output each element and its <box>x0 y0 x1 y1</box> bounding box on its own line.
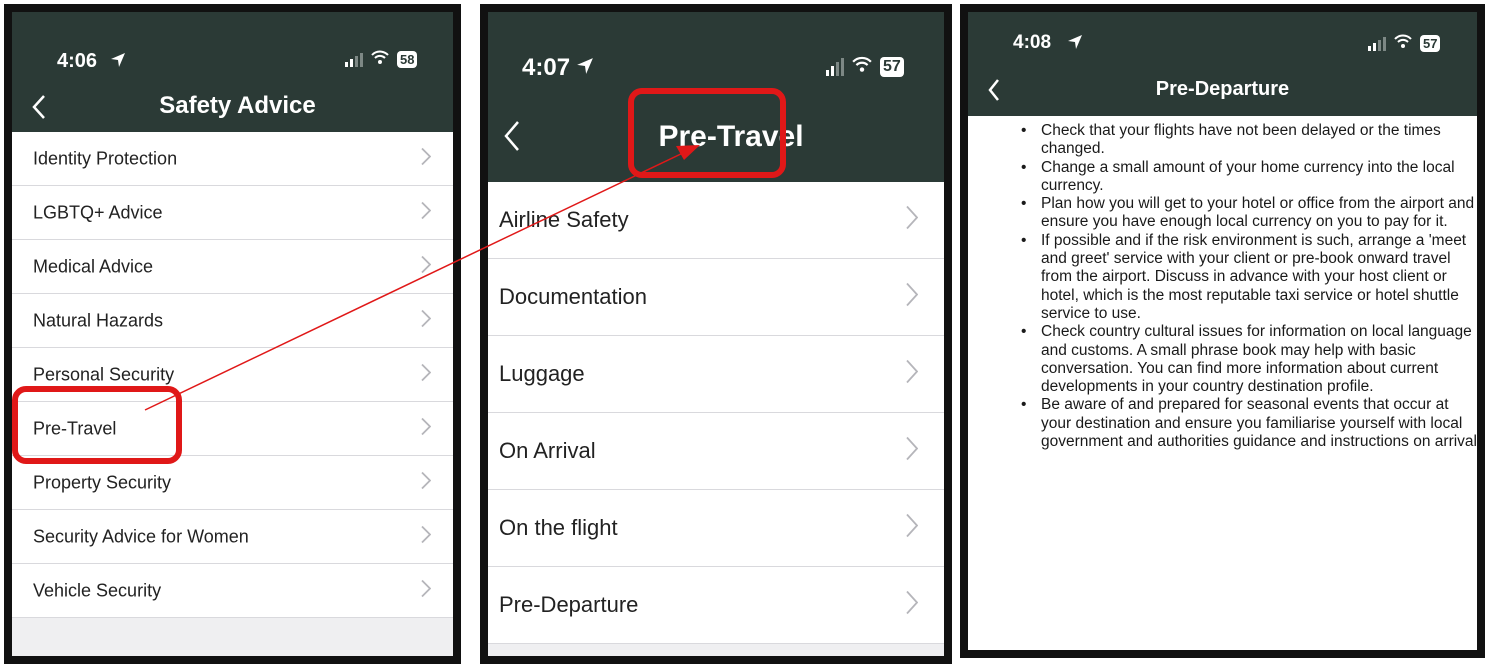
list-item-label: Identity Protection <box>33 148 178 168</box>
highlight-box-pre-travel <box>12 386 182 464</box>
list-item-label: On Arrival <box>499 438 596 463</box>
screen-safety-advice: 4:06 58 Safety Advice Identity Protectio… <box>12 12 453 656</box>
nav-bar: Pre-Departure <box>968 74 1477 116</box>
chevron-right-icon <box>906 205 919 235</box>
chevron-right-icon <box>421 147 432 170</box>
status-icons: 57 <box>1368 34 1441 53</box>
list-item-pre-departure[interactable]: Pre-Departure <box>488 567 944 644</box>
list-item[interactable]: Security Advice for Women <box>12 510 453 564</box>
highlight-box-title <box>628 88 786 178</box>
advice-bullet: If possible and if the risk environment … <box>1021 232 1477 323</box>
chevron-right-icon <box>421 579 432 602</box>
chevron-right-icon <box>421 255 432 278</box>
wifi-icon <box>852 56 872 77</box>
list-item-label: Airline Safety <box>499 207 629 232</box>
nav-bar: Safety Advice <box>12 82 453 132</box>
chevron-right-icon <box>421 417 432 440</box>
list-item[interactable]: On Arrival <box>488 413 944 490</box>
list-item-label: Luggage <box>499 361 585 386</box>
advice-bullet-list: Check that your flights have not been de… <box>1008 122 1477 451</box>
chevron-right-icon <box>421 363 432 386</box>
list-item-label: Pre-Departure <box>499 592 639 617</box>
status-icons: 57 <box>826 56 904 77</box>
chevron-right-icon <box>421 309 432 332</box>
status-bar: 4:07 57 <box>488 12 944 90</box>
advice-bullet: Check country cultural issues for inform… <box>1021 323 1477 396</box>
battery-icon: 57 <box>1420 35 1441 52</box>
status-time: 4:07 <box>522 54 571 81</box>
advice-bullet: Be aware of and prepared for seasonal ev… <box>1021 396 1477 451</box>
list-item-label: Natural Hazards <box>33 310 164 330</box>
list-item[interactable]: Medical Advice <box>12 240 453 294</box>
phone-frame-pre-departure: 4:08 57 Pre-Departure Check that your fl… <box>960 4 1485 658</box>
list-item[interactable]: Luggage <box>488 336 944 413</box>
list-item-label: LGBTQ+ Advice <box>33 202 163 222</box>
status-time: 4:06 <box>57 50 98 72</box>
chevron-right-icon <box>906 359 919 389</box>
advice-bullet: Check that your flights have not been de… <box>1021 122 1477 159</box>
list-item[interactable]: On the flight <box>488 490 944 567</box>
battery-icon: 58 <box>397 51 418 68</box>
signal-icon <box>345 52 363 67</box>
signal-icon <box>826 57 844 76</box>
status-icons: 58 <box>345 50 418 69</box>
chevron-right-icon <box>421 525 432 548</box>
page-title: Safety Advice <box>159 92 316 119</box>
page-title: Pre-Departure <box>1155 78 1290 100</box>
list-item[interactable]: Vehicle Security <box>12 564 453 618</box>
advice-bullet: Change a small amount of your home curre… <box>1021 159 1477 196</box>
chevron-right-icon <box>906 436 919 466</box>
battery-icon: 57 <box>880 56 904 77</box>
phone-frame-safety-advice: 4:06 58 Safety Advice Identity Protectio… <box>4 4 461 664</box>
list-item-label: Personal Security <box>33 364 175 384</box>
list-item[interactable]: LGBTQ+ Advice <box>12 186 453 240</box>
location-arrow-icon <box>110 52 126 73</box>
chevron-right-icon <box>906 282 919 312</box>
chevron-right-icon <box>421 201 432 224</box>
wifi-icon <box>1394 34 1412 53</box>
list-item-label: Property Security <box>33 472 172 492</box>
status-bar: 4:08 57 <box>968 12 1477 74</box>
list-item-label: Documentation <box>499 284 647 309</box>
pre-departure-content: Check that your flights have not been de… <box>1008 122 1477 451</box>
status-bar: 4:06 58 <box>12 12 453 82</box>
list-item-label: Security Advice for Women <box>33 526 249 546</box>
wifi-icon <box>371 50 389 69</box>
location-arrow-icon <box>1067 34 1083 55</box>
list-item-label: Vehicle Security <box>33 580 162 600</box>
location-arrow-icon <box>576 57 594 80</box>
status-time: 4:08 <box>1013 32 1052 53</box>
list-item[interactable]: Natural Hazards <box>12 294 453 348</box>
list-item-label: On the flight <box>499 515 618 540</box>
list-item-label: Medical Advice <box>33 256 154 276</box>
list-item[interactable]: Airline Safety <box>488 182 944 259</box>
chevron-right-icon <box>906 590 919 620</box>
chevron-right-icon <box>421 471 432 494</box>
list-item[interactable]: Property Security <box>12 456 453 510</box>
chevron-right-icon <box>906 513 919 543</box>
signal-icon <box>1368 36 1386 51</box>
list-item[interactable]: Documentation <box>488 259 944 336</box>
list-item[interactable]: Identity Protection <box>12 132 453 186</box>
advice-bullet: Plan how you will get to your hotel or o… <box>1021 195 1477 232</box>
screen-pre-departure: 4:08 57 Pre-Departure Check that your fl… <box>968 12 1477 650</box>
